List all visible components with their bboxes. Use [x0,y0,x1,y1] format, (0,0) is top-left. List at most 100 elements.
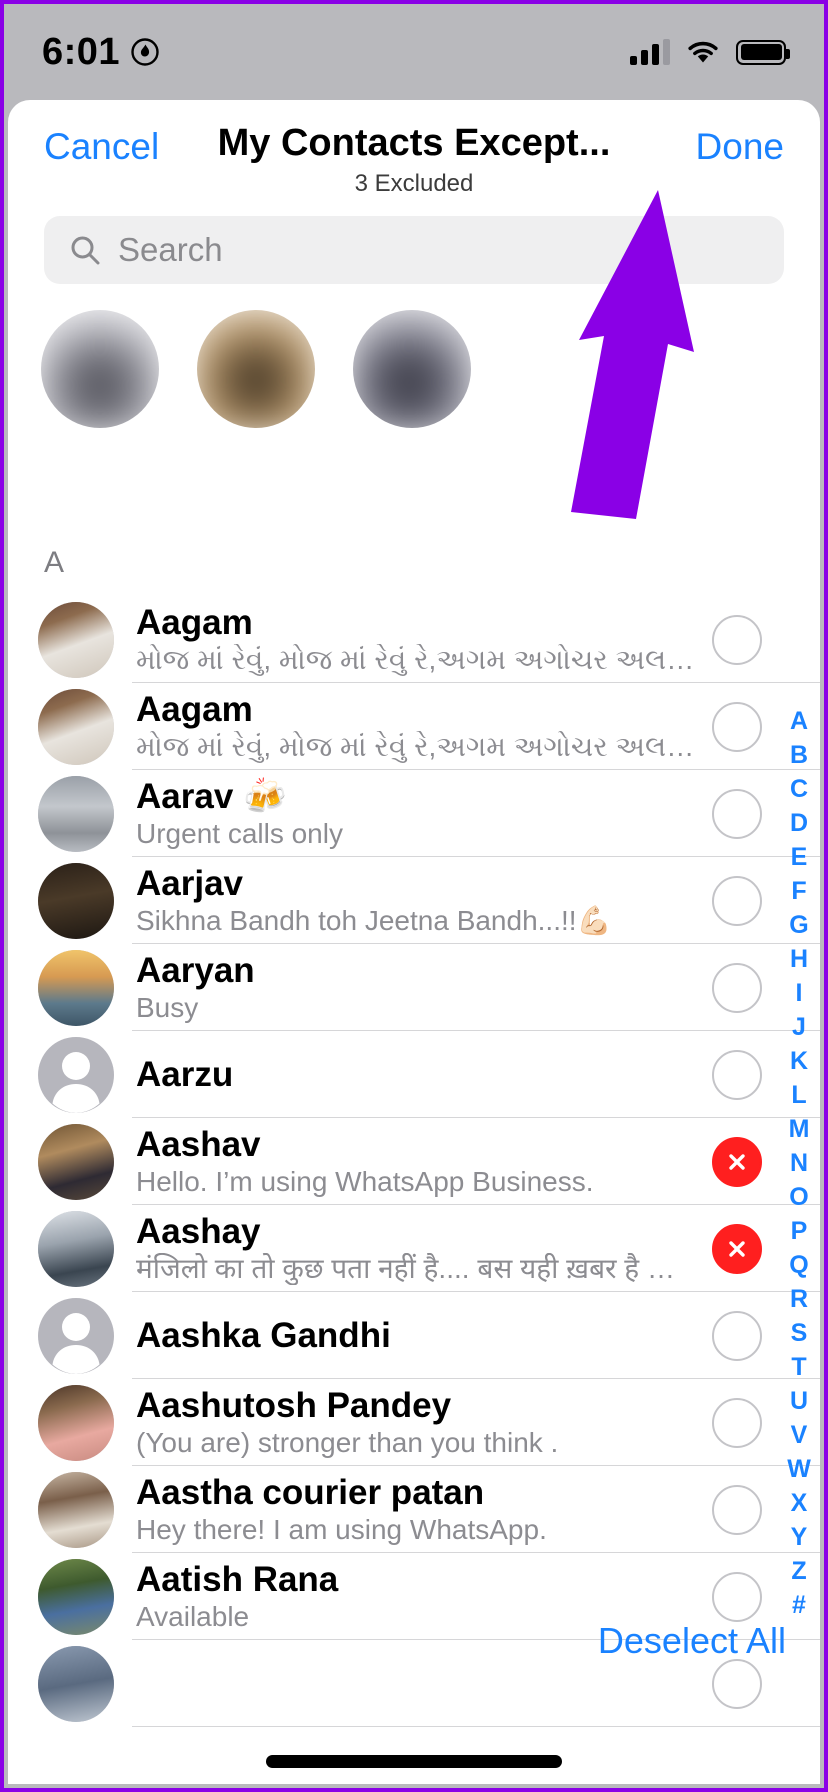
index-letter[interactable]: E [791,840,808,874]
index-letter[interactable]: Y [791,1520,808,1554]
empty-circle-icon [712,1397,762,1448]
index-letter[interactable]: A [790,704,808,738]
contact-text-block: Aashav Hello. I’m using WhatsApp Business… [136,1125,698,1198]
index-letter[interactable]: P [791,1214,808,1248]
alphabet-index-rail[interactable]: A B C D E F G H I J K L M N O P Q R S T U V W X Y Z # [782,704,816,1622]
contact-text-block: Aaryan Busy [136,951,698,1024]
cancel-button[interactable]: Cancel [44,128,159,165]
index-letter[interactable]: Q [789,1248,808,1282]
table-row[interactable]: Aarzu [8,1031,820,1118]
index-letter[interactable]: H [790,942,808,976]
contact-status: Urgent calls only [136,818,343,849]
selected-contact-chip[interactable]: Aashav [186,310,326,436]
index-letter[interactable]: N [790,1146,808,1180]
index-letter[interactable]: # [792,1588,806,1622]
table-row[interactable]: Aagam મોજ માં રેવું, મોજ માં રેવું રે,અગમ… [8,683,820,770]
table-row[interactable]: Aashutosh Pandey (You are) stronger than … [8,1379,820,1466]
select-contact-checkbox[interactable] [712,614,762,665]
table-row[interactable]: Aashay मंजिलो का तो कुछ पता नहीं है.... ब… [8,1205,820,1292]
selected-contact-name: Aashay [30,434,170,436]
contact-name: Aashutosh Pandey [136,1385,452,1425]
select-contact-checkbox[interactable] [712,1310,762,1361]
table-row[interactable]: Aarjav Sikhna Bandh toh Jeetna Bandh...!!… [8,857,820,944]
select-contact-checkbox[interactable] [712,1571,762,1622]
table-row[interactable]: Aagam મોજ માં રેવું, મોજ માં રેવું રે,અગમ… [8,596,820,683]
contact-status: मंजिलो का तो कुछ पता नहीं है.... बस यही … [136,1253,698,1284]
contacts-sheet: Cancel My Contacts Except... 3 Excluded … [8,100,820,1784]
selected-contact-chip[interactable]: Aashay [30,310,170,436]
contacts-list[interactable]: A Aagam મોજ માં રેવું, મોજ માં રેવું રે,અ… [8,536,820,1784]
table-row[interactable]: Aashka Gandhi [8,1292,820,1379]
select-contact-checkbox[interactable] [712,788,762,839]
select-contact-checkbox[interactable] [712,1484,762,1535]
selected-contact-name: Aashav [186,434,326,436]
home-indicator [266,1755,562,1768]
contact-status: મોજ માં રેવું, મોજ માં રેવું રે,અગમ અગોચ… [136,731,698,762]
contact-photo [38,862,114,939]
contact-status: Sikhna Bandh toh Jeetna Bandh...!!💪🏻 [136,905,612,936]
index-letter[interactable]: W [787,1452,811,1486]
index-letter[interactable]: B [790,738,808,772]
done-button[interactable]: Done [696,128,784,165]
table-row[interactable]: Aarav 🍻 Urgent calls only [8,770,820,857]
selected-contacts-strip[interactable]: Aashay Aashav Heema♥ [8,284,820,436]
contact-text-block: Aashka Gandhi [136,1316,698,1355]
search-icon [71,236,100,265]
select-contact-checkbox[interactable] [712,1397,762,1448]
index-letter[interactable]: J [792,1010,806,1044]
contact-name: Aarav 🍻 [136,776,287,816]
select-contact-checkbox[interactable] [712,875,762,926]
index-letter[interactable]: G [789,908,808,942]
remove-contact-button[interactable] [712,1136,762,1187]
contact-name: Aarjav [136,863,244,903]
index-letter[interactable]: I [796,976,803,1010]
contact-text-block: Aarzu [136,1055,698,1094]
index-letter[interactable]: U [790,1384,808,1418]
table-row[interactable]: Aaryan Busy [8,944,820,1031]
avatar [38,775,114,852]
index-letter[interactable]: R [790,1282,808,1316]
contact-photo [38,601,114,678]
index-letter[interactable]: L [791,1078,806,1112]
avatar [38,1297,114,1374]
select-contact-checkbox[interactable] [712,1658,762,1709]
contact-photo [38,1558,114,1635]
index-letter[interactable]: T [791,1350,806,1384]
phone-screen: 6:01 Cancel My Contacts Except... 3 Excl… [0,0,828,1792]
index-letter[interactable]: Z [791,1554,806,1588]
index-letter[interactable]: K [790,1044,808,1078]
index-letter[interactable]: X [791,1486,808,1520]
close-icon [712,1223,762,1274]
index-letter[interactable]: D [790,806,808,840]
empty-circle-icon [712,1571,762,1622]
index-letter[interactable]: M [789,1112,810,1146]
contact-photo [38,1123,114,1200]
index-letter[interactable]: S [791,1316,808,1350]
select-contact-checkbox[interactable] [712,701,762,752]
deselect-all-button[interactable]: Deselect All [598,1620,786,1662]
cellular-signal-icon [630,39,670,65]
contact-text-block: Aastha courier patan Hey there! I am usin… [136,1473,698,1546]
person-icon [52,1051,100,1113]
search-input[interactable]: Search [44,216,784,284]
select-contact-checkbox[interactable] [712,1049,762,1100]
selected-contact-chip[interactable]: Heema♥ [342,310,482,436]
status-bar-right [630,38,790,66]
contact-status: (You are) stronger than you think . [136,1427,559,1458]
navigation-bar: Cancel My Contacts Except... 3 Excluded … [8,100,820,210]
index-letter[interactable]: O [789,1180,808,1214]
avatar [197,310,315,428]
battery-icon [736,39,790,65]
remove-contact-button[interactable] [712,1223,762,1274]
contact-name: Aatish Rana [136,1559,339,1599]
select-contact-checkbox[interactable] [712,962,762,1013]
avatar [38,949,114,1026]
index-letter[interactable]: C [790,772,808,806]
index-letter[interactable]: V [791,1418,808,1452]
table-row[interactable]: Aashav Hello. I’m using WhatsApp Business… [8,1118,820,1205]
empty-circle-icon [712,1049,762,1100]
index-letter[interactable]: F [791,874,806,908]
contact-name: Aagam [136,602,253,642]
table-row[interactable]: Aastha courier patan Hey there! I am usin… [8,1466,820,1553]
contact-photo [38,1645,114,1722]
